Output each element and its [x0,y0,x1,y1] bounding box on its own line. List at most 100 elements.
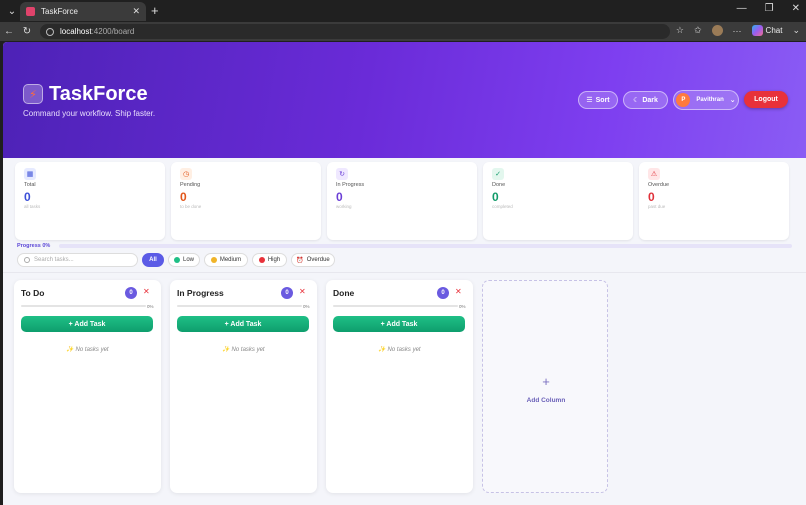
stats-row: ▦ Total 0 all tasks ◷ Pending 0 to be do… [15,162,795,240]
profile-avatar-icon[interactable] [711,25,723,36]
stat-value: 0 [336,190,343,204]
browser-toolbar: ← ↻ localhost:4200/board ☆ ✩ ··· Chat ⌄ [0,22,806,41]
column-done: Done 0 ✕ 0% + Add Task ✨ No tasks yet [326,280,473,493]
filter-label: Medium [219,257,242,263]
plus-icon: + [542,374,550,389]
new-tab-icon[interactable]: + [151,3,159,18]
stat-sub: working [336,204,352,209]
clock-icon: ◷ [180,168,192,180]
yellow-dot-icon [210,257,217,263]
lightning-logo-icon: ⚡ [23,84,43,104]
column-progress-bar [177,305,302,307]
column-count-badge: 0 [125,287,137,299]
filter-label: High [267,257,281,263]
delete-column-icon[interactable]: ✕ [299,287,306,296]
back-icon[interactable]: ← [0,26,18,37]
moon-icon: ☾ [633,97,640,104]
stat-sub: to be done [180,204,202,209]
green-dot-icon [173,257,180,263]
stat-label: Pending [180,182,201,188]
column-todo: To Do 0 ✕ 0% + Add Task ✨ No tasks yet [14,280,161,493]
address-bar[interactable]: localhost:4200/board [40,24,670,39]
filter-high[interactable]: High [252,253,287,267]
delete-column-icon[interactable]: ✕ [455,287,462,296]
search-input[interactable]: Search tasks... [17,253,138,267]
stat-card-done: ✓ Done 0 completed [483,162,633,240]
stat-value: 0 [24,190,31,204]
add-column-button[interactable]: + Add Column [482,280,608,493]
sort-button[interactable]: ☰ Sort [578,91,618,109]
stat-card-total: ▦ Total 0 all tasks [15,162,165,240]
alarm-icon: ⏰ [296,257,304,264]
user-avatar: P [676,93,691,107]
chevron-down-icon: ⌄ [729,97,736,104]
grid-icon: ▦ [24,168,36,180]
stat-label: Total [24,182,36,188]
empty-state: ✨ No tasks yet [222,347,265,353]
filter-low[interactable]: Low [168,253,200,267]
reload-icon[interactable]: ↻ [18,26,36,37]
column-count-badge: 0 [281,287,293,299]
stat-label: Done [492,182,506,188]
restore-icon[interactable]: ❐ [765,3,774,14]
column-title: In Progress [177,288,224,298]
dark-label: Dark [642,96,658,104]
add-task-button[interactable]: + Add Task [177,316,309,332]
menu-lines-icon: ☰ [586,97,593,104]
browser-tab[interactable]: TaskForce ✕ [20,2,146,21]
add-column-label: Add Column [526,397,566,404]
column-title: Done [333,288,355,298]
add-task-button[interactable]: + Add Task [333,316,465,332]
stat-card-in-progress: ↻ In Progress 0 working [327,162,477,240]
stat-card-overdue: ⚠ Overdue 0 past due [639,162,789,240]
site-info-icon[interactable] [46,27,54,36]
browser-right-tools: ☆ ✩ ··· Chat ⌄ [676,25,800,36]
copilot-icon [751,25,763,36]
column-progress-bar [21,305,146,307]
favicon-icon [26,7,35,16]
brand-title: TaskForce [49,83,148,105]
search-icon [24,257,30,263]
minimize-icon[interactable]: — [737,3,747,14]
chat-button[interactable]: Chat [751,25,782,36]
stat-value: 0 [180,190,187,204]
progress-label: Progress 0% [17,243,51,249]
user-name: Pavithran [696,97,724,103]
red-dot-icon [258,257,265,263]
more-icon[interactable]: ··· [733,26,742,36]
filter-label: Overdue [306,257,330,263]
sort-label: Sort [595,96,610,104]
stat-card-pending: ◷ Pending 0 to be done [171,162,321,240]
dark-mode-button[interactable]: ☾ Dark [623,91,668,109]
empty-state: ✨ No tasks yet [378,347,421,353]
filter-label: All [149,257,157,263]
check-icon: ✓ [492,168,504,180]
close-window-icon[interactable]: ✕ [792,3,800,14]
url-host: localhost [60,27,92,36]
column-in-progress: In Progress 0 ✕ 0% + Add Task ✨ No tasks… [170,280,317,493]
tab-title: TaskForce [41,7,78,16]
delete-column-icon[interactable]: ✕ [143,287,150,296]
favorite-star-icon[interactable]: ☆ [676,25,684,36]
filter-all[interactable]: All [142,253,164,267]
column-progress-pct: 0% [459,304,466,309]
column-title: To Do [21,288,45,298]
hero-header: ⚡ TaskForce Command your workflow. Ship … [3,42,806,158]
filter-overdue[interactable]: ⏰ Overdue [291,253,335,267]
chevron-down-icon[interactable]: ⌄ [792,25,800,36]
tab-list-chevron-icon[interactable]: ⌄ [3,2,21,20]
close-tab-icon[interactable]: ✕ [132,6,140,17]
app-page: ⚡ TaskForce Command your workflow. Ship … [3,42,806,505]
stat-sub: all tasks [24,204,41,209]
search-placeholder: Search tasks... [34,257,74,263]
stat-value: 0 [648,190,655,204]
favorites-icon[interactable]: ✩ [694,25,702,36]
progress-bar [59,244,792,248]
window-controls: — ❐ ✕ [737,3,800,14]
user-menu-button[interactable]: P Pavithran ⌄ [673,90,739,110]
add-task-button[interactable]: + Add Task [21,316,153,332]
filter-label: Low [182,257,194,263]
logout-button[interactable]: Logout [744,91,788,108]
divider [3,272,806,273]
filter-medium[interactable]: Medium [204,253,248,267]
